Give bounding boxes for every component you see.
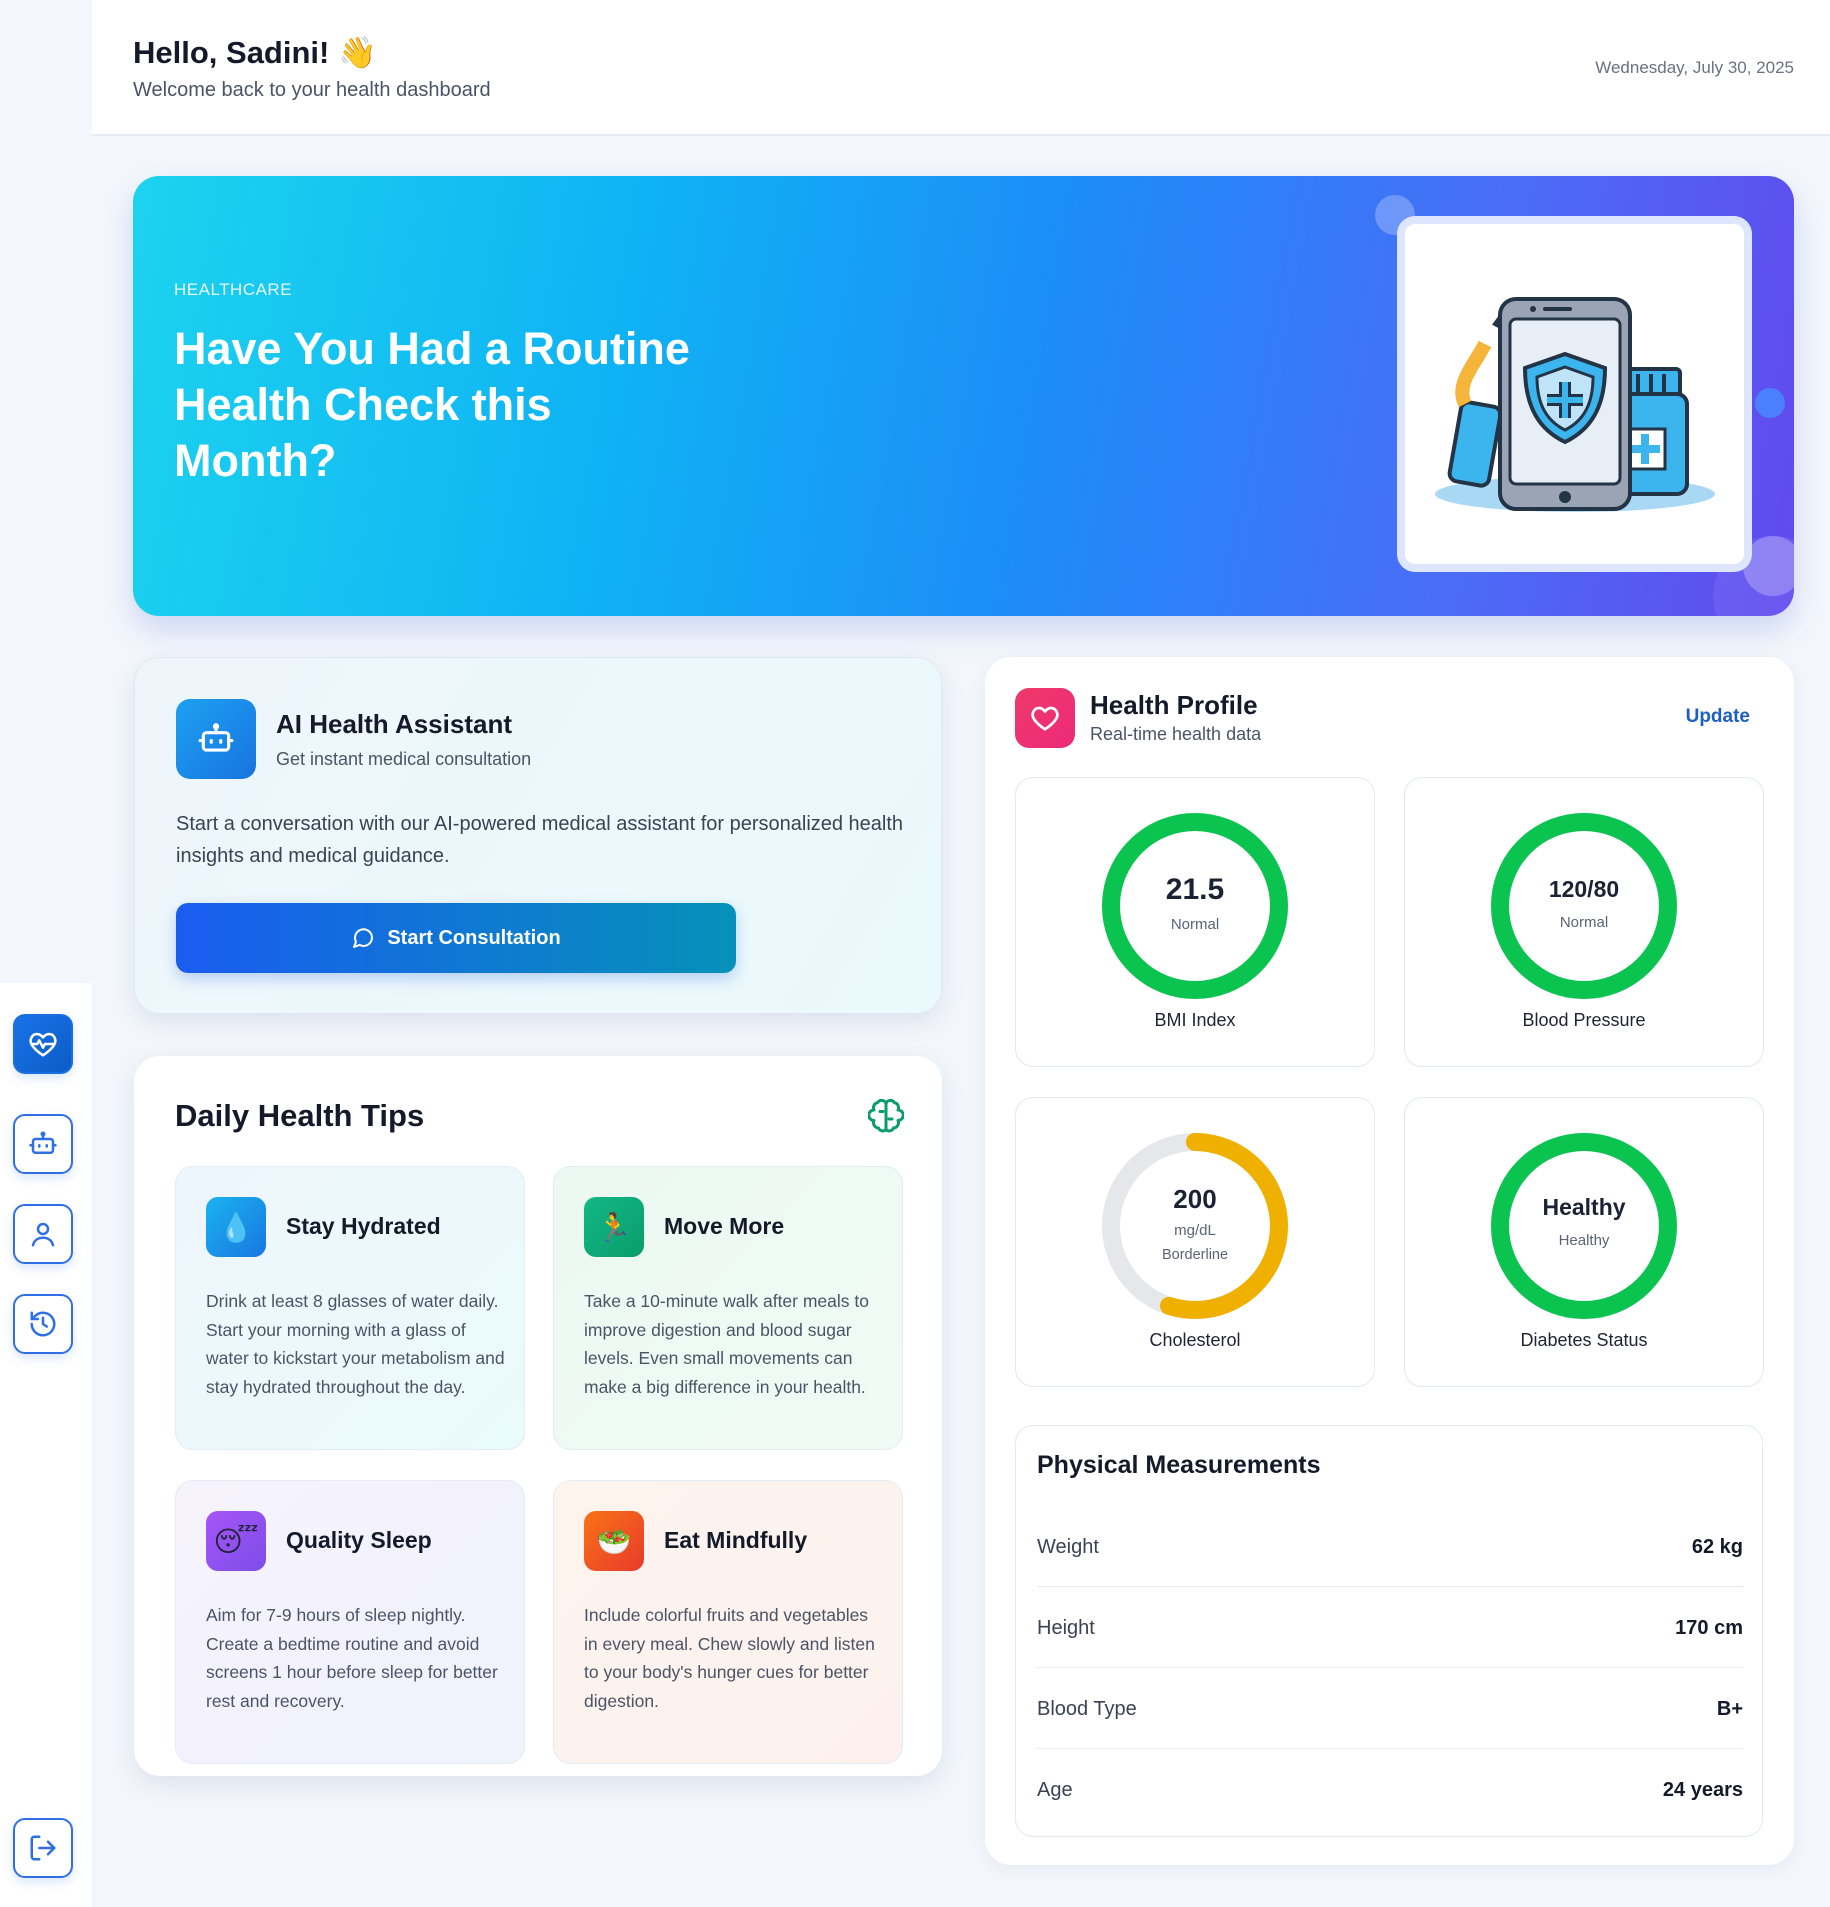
metric-label: BMI Index — [1154, 1010, 1236, 1030]
metric-status: Healthy — [1558, 1232, 1610, 1249]
heart-pulse-icon — [29, 1032, 57, 1057]
health-profile-card: Health Profile Real-time health data Upd… — [985, 657, 1794, 1865]
metric-label: Blood Pressure — [1522, 1010, 1646, 1030]
measurement-row: Blood Type B+ — [1037, 1668, 1743, 1749]
ai-assistant-subtitle: Get instant medical consultation — [276, 749, 532, 769]
daily-tips-card: Daily Health Tips 💧 Stay Hydrated Drink … — [134, 1056, 942, 1776]
hero-title: Have You Had a Routine Health Check this… — [174, 323, 690, 486]
tip-text: Take a 10-minute walk after meals to imp… — [584, 1291, 869, 1397]
tip-card: 🥗 Eat Mindfully Include colorful fruits … — [553, 1480, 903, 1764]
hero-illustration — [1397, 216, 1752, 572]
metric-blood-pressure: 120/80 Normal Blood Pressure — [1404, 777, 1764, 1067]
metric-label: Diabetes Status — [1520, 1330, 1648, 1350]
ai-assistant-title: AI Health Assistant — [276, 709, 512, 739]
history-icon — [30, 1311, 56, 1337]
greeting-title: Hello, Sadini! 👋 — [133, 35, 377, 70]
sidebar-item-assistant[interactable] — [13, 1114, 73, 1174]
measurement-key: Blood Type — [1037, 1698, 1137, 1720]
ai-assistant-card: AI Health Assistant Get instant medical … — [134, 657, 942, 1014]
tip-title: Move More — [664, 1213, 785, 1239]
decor-circle — [1755, 388, 1785, 418]
tip-title: Stay Hydrated — [286, 1213, 441, 1239]
tip-card: 🏃 Move More Take a 10-minute walk after … — [553, 1166, 903, 1450]
diabetes-ring — [1491, 1133, 1677, 1319]
measurement-value: B+ — [1716, 1698, 1743, 1720]
metric-diabetes: Healthy Healthy Diabetes Status — [1404, 1097, 1764, 1387]
salad-icon: 🥗 — [584, 1511, 644, 1571]
hero-tag: HEALTHCARE — [174, 280, 293, 299]
ai-assistant-icon-box — [176, 699, 256, 779]
robot-icon — [29, 1131, 57, 1154]
measurement-value: 24 years — [1662, 1779, 1743, 1801]
sidebar — [0, 983, 92, 1907]
metric-unit: mg/dL — [1174, 1222, 1216, 1239]
tips-title: Daily Health Tips — [175, 1098, 425, 1133]
metric-value: 21.5 — [1165, 873, 1225, 906]
measurement-row: Height 170 cm — [1037, 1587, 1743, 1668]
current-date: Wednesday, July 30, 2025 — [1595, 58, 1794, 77]
measurement-value: 62 kg — [1691, 1536, 1743, 1558]
tip-text: Aim for 7-9 hours of sleep nightly. Crea… — [206, 1605, 498, 1711]
medical-phone-illustration-icon — [1434, 297, 1715, 512]
chat-bubble-icon — [353, 928, 374, 948]
health-profile-icon-box — [1015, 688, 1075, 748]
health-profile-subtitle: Real-time health data — [1090, 724, 1262, 744]
tip-text: Include colorful fruits and vegetables i… — [584, 1605, 875, 1711]
tip-card: 💧 Stay Hydrated Drink at least 8 glasses… — [175, 1166, 525, 1450]
physical-measurements-card: Physical Measurements Weight 62 kg Heigh… — [1015, 1425, 1763, 1837]
measurements-title: Physical Measurements — [1037, 1451, 1321, 1479]
metric-value: 200 — [1173, 1184, 1217, 1214]
metric-value: 120/80 — [1548, 876, 1620, 902]
tip-title: Eat Mindfully — [664, 1527, 808, 1553]
sidebar-item-history[interactable] — [13, 1294, 73, 1354]
header: Hello, Sadini! 👋 Welcome back to your he… — [92, 0, 1830, 136]
health-profile-title: Health Profile — [1090, 690, 1258, 720]
user-icon — [31, 1222, 55, 1247]
metric-status: Borderline — [1161, 1247, 1229, 1263]
start-consultation-button[interactable]: Start Consultation — [176, 903, 736, 973]
metric-cholesterol: 200 mg/dL Borderline Cholesterol — [1015, 1097, 1375, 1387]
measurement-row: Age 24 years — [1037, 1749, 1743, 1830]
sidebar-item-dashboard[interactable] — [13, 1014, 73, 1074]
tip-title: Quality Sleep — [286, 1527, 432, 1553]
sleeping-face-icon: 😴 — [206, 1511, 266, 1571]
metric-status: Normal — [1170, 916, 1220, 933]
measurement-key: Height — [1037, 1617, 1095, 1639]
water-drop-icon: 💧 — [206, 1197, 266, 1257]
sidebar-item-profile[interactable] — [13, 1204, 73, 1264]
logout-icon — [30, 1835, 56, 1861]
metric-label: Cholesterol — [1149, 1330, 1241, 1350]
metric-value: Healthy — [1542, 1194, 1626, 1220]
metric-status: Normal — [1559, 914, 1609, 931]
heart-icon — [1031, 706, 1059, 731]
metric-bmi: 21.5 Normal BMI Index — [1015, 777, 1375, 1067]
running-person-icon: 🏃 — [584, 1197, 644, 1257]
sidebar-upper-background — [0, 0, 92, 983]
brain-icon — [868, 1098, 904, 1133]
robot-icon — [198, 723, 234, 752]
start-consultation-label: Start Consultation — [387, 926, 561, 949]
hero-banner: HEALTHCARE Have You Had a Routine Health… — [133, 176, 1794, 616]
tip-card: 😴 Quality Sleep Aim for 7-9 hours of sle… — [175, 1480, 525, 1764]
blood-pressure-ring — [1491, 813, 1677, 999]
update-link[interactable]: Update — [1686, 706, 1750, 728]
logout-button[interactable] — [13, 1818, 73, 1878]
measurement-key: Weight — [1037, 1536, 1099, 1558]
measurement-value: 170 cm — [1675, 1617, 1743, 1639]
measurement-key: Age — [1037, 1779, 1073, 1801]
welcome-text: Welcome back to your health dashboard — [133, 79, 491, 101]
tip-text: Drink at least 8 glasses of water daily.… — [206, 1291, 505, 1397]
measurement-row: Weight 62 kg — [1037, 1506, 1743, 1587]
ai-assistant-description: Start a conversation with our AI-powered… — [176, 813, 904, 867]
